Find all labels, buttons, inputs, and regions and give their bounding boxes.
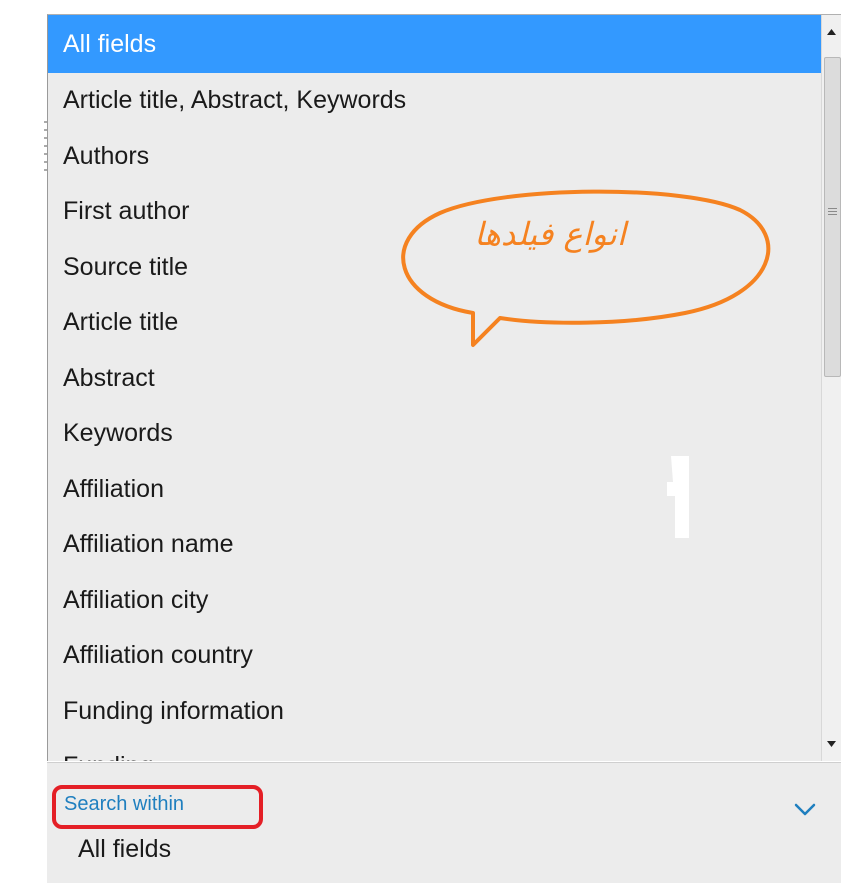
chevron-down-icon[interactable]: [794, 803, 816, 817]
selected-field-value: All fields: [78, 835, 172, 863]
search-within-select[interactable]: Search within All fields: [47, 762, 841, 883]
annotation-speech-bubble: انواع فیلدها: [385, 185, 780, 355]
option-funding-information[interactable]: Funding information: [48, 684, 821, 740]
option-affiliation-name[interactable]: Affiliation name: [48, 517, 821, 573]
option-affiliation-city[interactable]: Affiliation city: [48, 573, 821, 629]
option-affiliation[interactable]: Affiliation: [48, 462, 821, 518]
white-mark: [667, 456, 689, 538]
option-authors[interactable]: Authors: [48, 129, 821, 185]
option-abstract[interactable]: Abstract: [48, 351, 821, 407]
option-affiliation-country[interactable]: Affiliation country: [48, 628, 821, 684]
search-field-dropdown-list[interactable]: All fields Article title, Abstract, Keyw…: [47, 14, 841, 761]
vertical-scrollbar[interactable]: [821, 15, 841, 761]
field-options-list: All fields Article title, Abstract, Keyw…: [48, 15, 821, 761]
scrollbar-thumb[interactable]: [824, 57, 841, 377]
scroll-down-arrow-icon[interactable]: [822, 721, 841, 761]
option-all-fields[interactable]: All fields: [48, 15, 821, 73]
red-highlight-annotation: [52, 785, 263, 829]
option-article-title-abstract-keywords[interactable]: Article title, Abstract, Keywords: [48, 73, 821, 129]
scroll-up-arrow-icon[interactable]: [822, 15, 841, 55]
option-keywords[interactable]: Keywords: [48, 406, 821, 462]
option-funding-partial[interactable]: Funding...: [48, 739, 821, 761]
grip-icon: [828, 208, 837, 217]
annotation-text: انواع فیلدها: [474, 215, 626, 253]
